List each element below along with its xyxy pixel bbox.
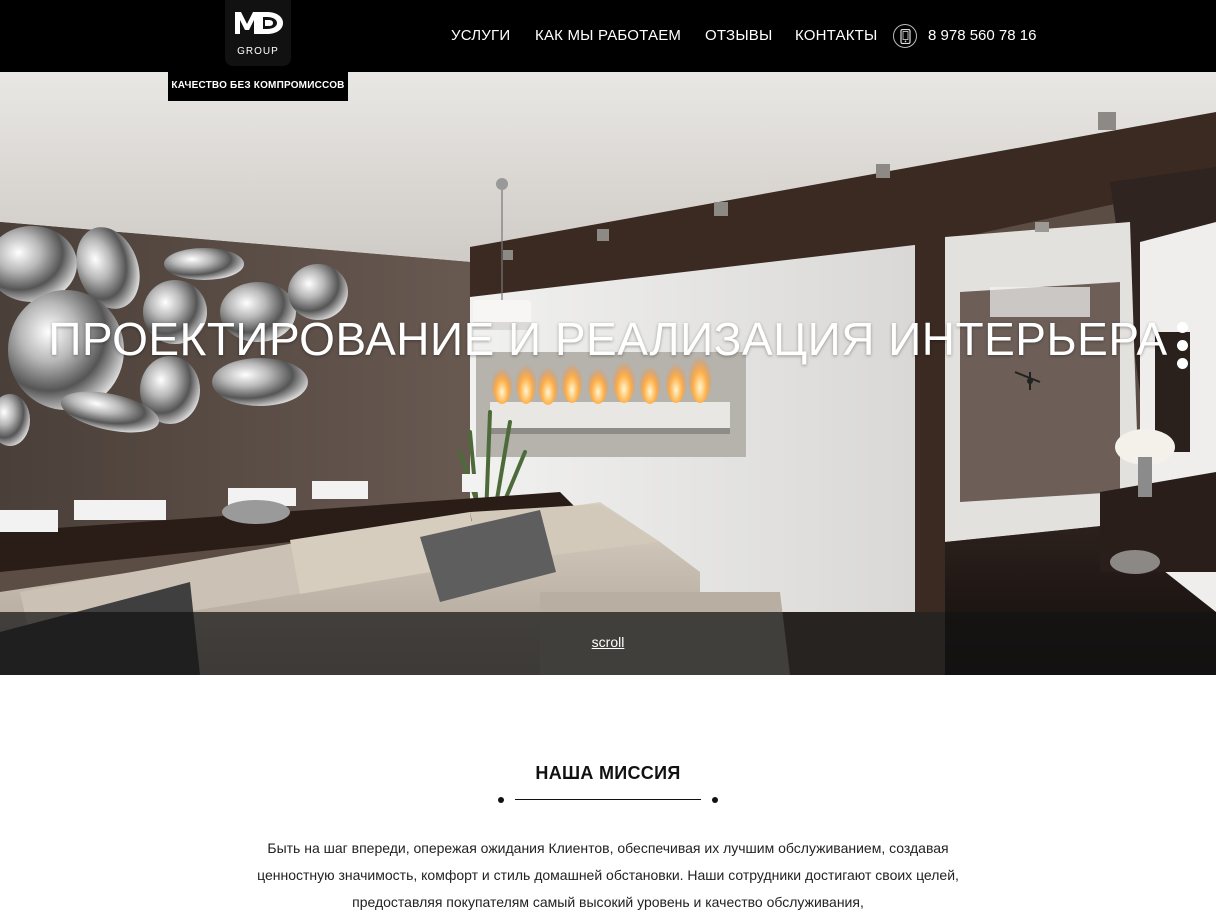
logo-sub: GROUP <box>237 46 279 57</box>
section-divider <box>498 795 718 805</box>
tagline: КАЧЕСТВО БЕЗ КОМПРОМИССОВ <box>168 70 348 101</box>
scroll-link[interactable]: scroll <box>0 634 1216 650</box>
logo[interactable]: GROUP <box>225 0 291 66</box>
hero-title: ПРОЕКТИРОВАНИЕ И РЕАЛИЗАЦИЯ ИНТЕРЬЕРА <box>48 313 1168 365</box>
nav-services[interactable]: УСЛУГИ <box>451 27 510 44</box>
hero-section: ПРОЕКТИРОВАНИЕ И РЕАЛИЗАЦИЯ ИНТЕРЬЕРА sc… <box>0 72 1216 675</box>
logo-mark-icon: GROUP <box>235 12 283 57</box>
divider-dot <box>498 797 504 803</box>
hero-interior-image <box>0 72 1216 675</box>
phone-icon[interactable] <box>893 24 917 48</box>
nav-contacts[interactable]: КОНТАКТЫ <box>795 27 878 44</box>
mission-title: НАША МИССИЯ <box>535 763 681 783</box>
slider-dot[interactable] <box>1177 340 1188 351</box>
slider-dots[interactable] <box>1177 322 1189 376</box>
slider-dot[interactable] <box>1177 358 1188 369</box>
nav-reviews[interactable]: ОТЗЫВЫ <box>705 27 772 44</box>
nav-how-we-work[interactable]: КАК МЫ РАБОТАЕМ <box>535 27 681 44</box>
divider-line <box>515 799 701 800</box>
slider-dot[interactable] <box>1177 322 1188 333</box>
mission-text: Быть на шаг впереди, опережая ожидания К… <box>257 840 959 910</box>
site-header: GROUP УСЛУГИ КАК МЫ РАБОТАЕМ ОТЗЫВЫ КОНТ… <box>0 0 1216 72</box>
phone-number[interactable]: 8 978 560 78 16 <box>928 27 1036 44</box>
divider-dot <box>712 797 718 803</box>
